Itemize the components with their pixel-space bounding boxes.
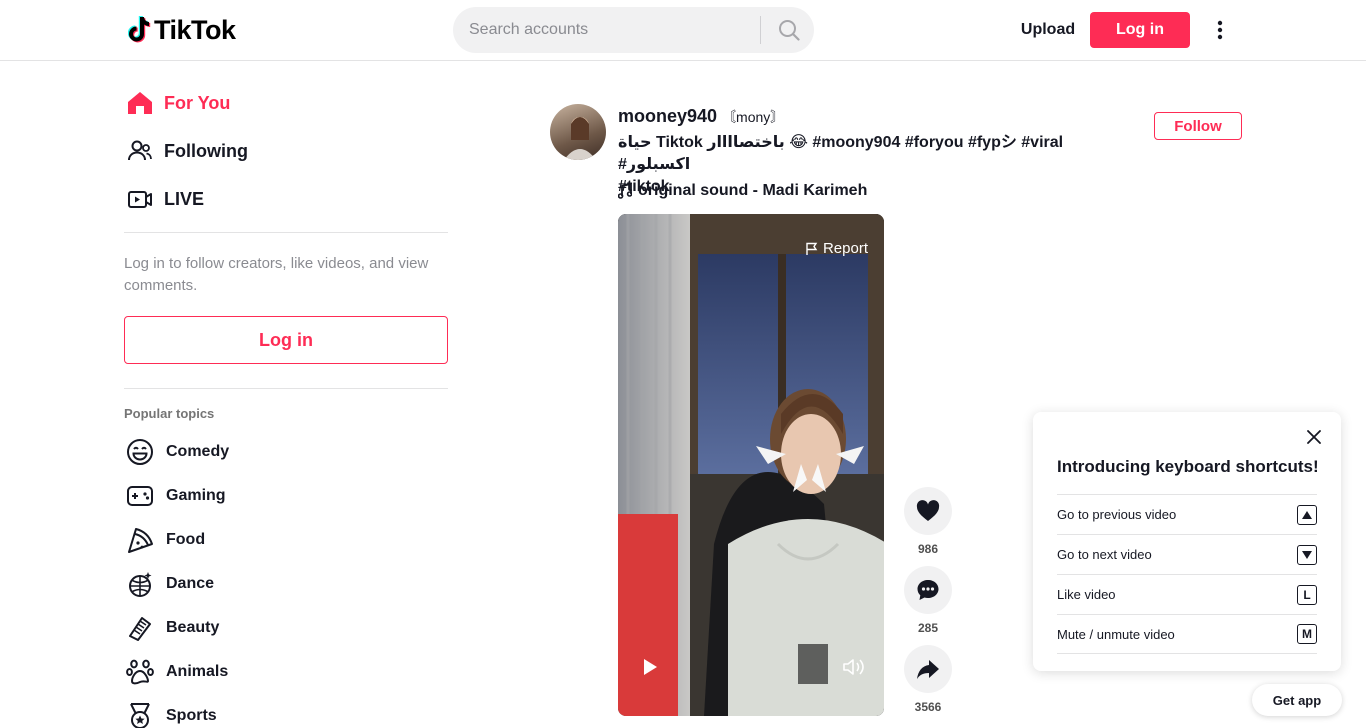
nav-for-you[interactable]: For You [124, 79, 448, 127]
report-label: Report [822, 240, 868, 257]
avatar[interactable] [550, 104, 606, 160]
search-divider [760, 16, 761, 44]
topic-label: Animals [166, 663, 229, 680]
disco-ball-icon [124, 568, 156, 600]
music-note-icon [618, 183, 632, 199]
video-frame [618, 214, 884, 716]
close-button[interactable] [1305, 428, 1323, 446]
heart-icon [916, 500, 940, 521]
smiley-icon [124, 436, 156, 468]
nav-live[interactable]: LIVE [124, 175, 448, 223]
key-l: L [1297, 584, 1317, 605]
gamepad-icon [124, 480, 156, 512]
comb-icon [124, 612, 156, 644]
nav-label: LIVE [164, 188, 205, 209]
topic-label: Food [166, 531, 206, 548]
video-player[interactable]: Report [618, 214, 884, 716]
shortcut-row: Go to previous video [1057, 494, 1317, 534]
sidebar: For You Following LIVE Log in to follow … [124, 61, 448, 728]
topic-label: Gaming [166, 487, 226, 504]
get-app-button[interactable]: Get app [1252, 684, 1342, 716]
search-icon [778, 20, 800, 41]
sidebar-login-button[interactable]: Log in [124, 316, 448, 364]
header-login-button[interactable]: Log in [1090, 12, 1190, 48]
like-action[interactable]: 986 [904, 487, 952, 556]
sidebar-divider [124, 388, 448, 389]
key-down-icon [1297, 544, 1317, 565]
volume-icon [843, 659, 864, 675]
shortcut-label: Go to previous video [1057, 507, 1177, 522]
upload-button[interactable]: Upload [1008, 12, 1088, 48]
topic-sports[interactable]: Sports [124, 696, 448, 728]
shortcut-row: Go to next video [1057, 534, 1317, 574]
report-button[interactable]: Report [805, 240, 868, 257]
topic-dance[interactable]: Dance [124, 564, 448, 604]
keyboard-shortcuts-panel: Introducing keyboard shortcuts! Go to pr… [1033, 412, 1341, 671]
search-input[interactable] [469, 19, 749, 41]
key-up-icon [1297, 504, 1317, 525]
nickname-deco-left: 〘 [722, 109, 737, 125]
music-link[interactable]: original sound - Madi Karimeh [618, 182, 867, 200]
share-action[interactable]: 3566 [904, 645, 952, 714]
topic-label: Comedy [166, 443, 230, 460]
author-info[interactable]: mooney940 〘mony〙 [618, 106, 784, 127]
topic-beauty[interactable]: Beauty [124, 608, 448, 648]
comment-icon [917, 580, 939, 600]
pizza-icon [124, 524, 156, 556]
share-count: 3566 [914, 700, 942, 714]
volume-button[interactable] [842, 657, 866, 682]
tiktok-logo[interactable]: TikTok [128, 14, 236, 46]
nickname-text: mony [736, 109, 771, 125]
nav-label: For You [164, 92, 231, 113]
close-icon [1307, 430, 1321, 444]
caption-line: حياة Tiktok باختصاااار 😂 #moony904 #fory… [618, 134, 1064, 173]
author-nickname: 〘mony〙 [722, 107, 784, 127]
comment-count: 285 [917, 621, 939, 635]
author-username[interactable]: mooney940 [618, 106, 717, 127]
search-button[interactable] [763, 7, 814, 53]
home-icon [124, 87, 156, 119]
login-prompt-text: Log in to follow creators, like videos, … [124, 255, 429, 294]
popular-topics-heading: Popular topics [124, 406, 215, 421]
like-count: 986 [917, 542, 939, 556]
nickname-deco-right: 〙 [770, 109, 785, 125]
paw-icon [124, 656, 156, 688]
comment-action[interactable]: 285 [904, 566, 952, 635]
sidebar-divider [124, 232, 448, 233]
tiktok-note-icon [128, 16, 151, 43]
logo-wordmark: TikTok [154, 14, 236, 45]
shortcut-label: Like video [1057, 587, 1116, 602]
topic-comedy[interactable]: Comedy [124, 432, 448, 472]
shortcut-label: Go to next video [1057, 547, 1152, 562]
nav-label: Following [164, 140, 248, 161]
comment-button[interactable] [904, 566, 952, 614]
key-m: M [1297, 624, 1317, 644]
medal-icon [124, 700, 156, 728]
music-title: original sound - Madi Karimeh [638, 182, 868, 199]
live-icon [124, 183, 156, 215]
topic-animals[interactable]: Animals [124, 652, 448, 692]
play-button[interactable] [640, 657, 660, 682]
shortcut-label: Mute / unmute video [1057, 626, 1175, 642]
like-button[interactable] [904, 487, 952, 535]
nav-following[interactable]: Following [124, 127, 448, 175]
search-bar [453, 7, 814, 53]
share-button[interactable] [904, 645, 952, 693]
follow-button[interactable]: Follow [1154, 112, 1242, 140]
flag-icon [806, 242, 818, 255]
shortcuts-title: Introducing keyboard shortcuts! [1057, 457, 1319, 476]
play-icon [644, 659, 657, 675]
people-icon [124, 135, 156, 167]
topic-food[interactable]: Food [124, 520, 448, 560]
topic-label: Beauty [166, 619, 220, 636]
shortcut-row: Like video L [1057, 574, 1317, 614]
top-bar: TikTok Upload Log in [0, 0, 1366, 61]
share-arrow-icon [917, 660, 939, 679]
shortcut-row: Mute / unmute video M [1057, 614, 1317, 654]
topic-label: Dance [166, 575, 215, 592]
more-menu-button[interactable] [1208, 16, 1232, 44]
topic-gaming[interactable]: Gaming [124, 476, 448, 516]
more-vertical-icon [1217, 20, 1223, 40]
topic-label: Sports [166, 707, 217, 724]
